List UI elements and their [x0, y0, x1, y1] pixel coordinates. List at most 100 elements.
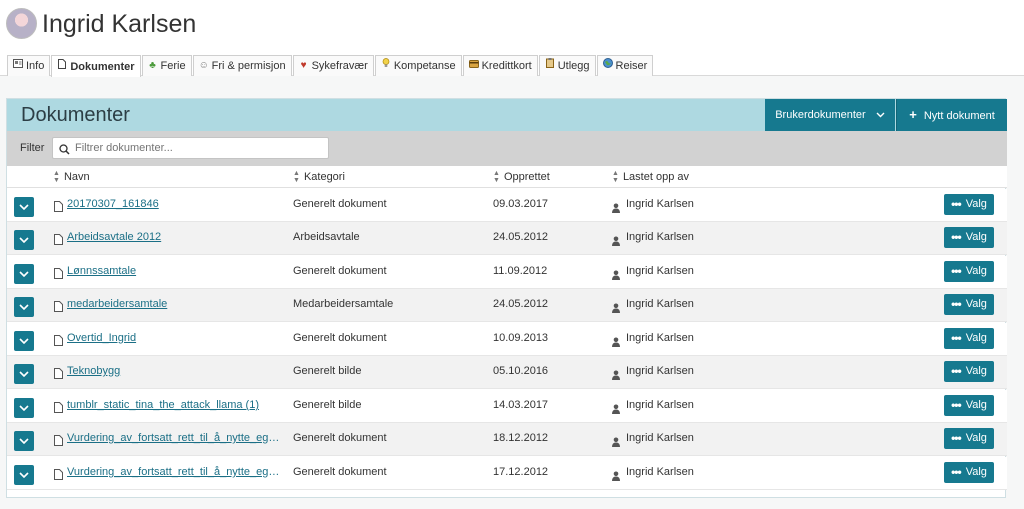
uploaded-by-cell: Ingrid Karlsen [626, 332, 694, 344]
chevron-down-icon [19, 371, 29, 377]
document-link[interactable]: Vurdering_av_fortsatt_rett_til_å_nytte_e… [67, 466, 283, 478]
tab-ferie[interactable]: ♣ Ferie [141, 55, 192, 76]
valg-button[interactable]: ••• Valg [944, 227, 994, 248]
brukerdokumenter-label: Brukerdokumenter [775, 109, 866, 121]
sort-icon: ▲ ▼ [53, 170, 60, 184]
valg-button[interactable]: ••• Valg [944, 294, 994, 315]
column-header-opprettet[interactable]: ▲ ▼ Opprettet [493, 166, 550, 188]
expand-button[interactable] [14, 431, 34, 451]
ellipsis-icon: ••• [951, 264, 962, 278]
user-icon [612, 233, 620, 246]
expand-button[interactable] [14, 264, 34, 284]
valg-button[interactable]: ••• Valg [944, 328, 994, 349]
expand-button[interactable] [14, 465, 34, 485]
document-icon [54, 333, 63, 346]
expand-button[interactable] [14, 230, 34, 250]
ellipsis-icon: ••• [951, 230, 962, 244]
page-title: Ingrid Karlsen [42, 10, 197, 38]
tab-kredittkort[interactable]: Kredittkort [462, 55, 538, 76]
tab-fri-permisjon[interactable]: ☺ Fri & permisjon [192, 55, 292, 76]
category-cell: Medarbeidersamtale [293, 298, 394, 310]
category-cell: Generelt dokument [293, 466, 387, 478]
user-icon [612, 334, 620, 347]
filter-input[interactable] [52, 137, 329, 159]
valg-button[interactable]: ••• Valg [944, 462, 994, 483]
uploaded-by-cell: Ingrid Karlsen [626, 399, 694, 411]
document-icon [54, 400, 63, 413]
ellipsis-icon: ••• [951, 297, 962, 311]
column-header-kategori[interactable]: ▲ ▼ Kategori [293, 166, 345, 188]
column-header-navn[interactable]: ▲ ▼ Navn [53, 166, 90, 188]
tab-bar: Info Dokumenter ♣ Ferie ☺ Fri & permisjo… [7, 55, 654, 77]
category-cell: Generelt dokument [293, 198, 387, 210]
uploaded-by-cell: Ingrid Karlsen [626, 466, 694, 478]
expand-button[interactable] [14, 197, 34, 217]
document-link[interactable]: medarbeidersamtale [67, 298, 283, 310]
chevron-down-icon [19, 304, 29, 310]
created-cell: 17.12.2012 [493, 466, 549, 478]
valg-button[interactable]: ••• Valg [944, 361, 994, 382]
plus-icon: + [909, 107, 917, 122]
valg-label: Valg [965, 399, 987, 411]
tab-reiser[interactable]: Reiser [596, 55, 654, 76]
valg-button[interactable]: ••• Valg [944, 261, 994, 282]
tab-label: Reiser [615, 60, 648, 72]
created-cell: 05.10.2016 [493, 365, 549, 377]
tab-sykefravaer[interactable]: ♥ Sykefravær [292, 55, 374, 76]
created-cell: 24.05.2012 [493, 231, 549, 243]
document-icon [54, 232, 63, 245]
document-link[interactable]: Vurdering_av_fortsatt_rett_til_å_nytte_e… [67, 432, 283, 444]
category-cell: Generelt dokument [293, 332, 387, 344]
document-link[interactable]: Lønnssamtale [67, 265, 283, 277]
expand-button[interactable] [14, 331, 34, 351]
document-icon [54, 199, 63, 212]
user-icon [612, 401, 620, 414]
heart-icon: ♥ [300, 60, 307, 71]
chevron-down-icon [19, 438, 29, 444]
tab-label: Kredittkort [481, 60, 532, 72]
document-link[interactable]: Teknobygg [67, 365, 283, 377]
nytt-dokument-button[interactable]: + Nytt dokument [896, 99, 1007, 131]
expand-button[interactable] [14, 364, 34, 384]
table-row: Vurdering_av_fortsatt_rett_til_å_nytte_e… [7, 457, 1007, 490]
uploaded-by-cell: Ingrid Karlsen [626, 432, 694, 444]
table-row: 20170307_161846 Generelt dokument 09.03.… [7, 189, 1007, 222]
tab-kompetanse[interactable]: Kompetanse [374, 55, 462, 76]
chevron-down-icon [19, 472, 29, 478]
uploaded-by-cell: Ingrid Karlsen [626, 231, 694, 243]
valg-button[interactable]: ••• Valg [944, 428, 994, 449]
valg-label: Valg [965, 432, 987, 444]
panel-title: Dokumenter [21, 104, 130, 126]
chevron-down-icon [19, 237, 29, 243]
tab-info[interactable]: Info [7, 55, 51, 76]
filter-label: Filter [20, 142, 45, 154]
created-cell: 18.12.2012 [493, 432, 549, 444]
document-icon [54, 266, 63, 279]
expand-button[interactable] [14, 297, 34, 317]
brukerdokumenter-button[interactable]: Brukerdokumenter [765, 99, 895, 131]
valg-button[interactable]: ••• Valg [944, 395, 994, 416]
table-row: tumblr_static_tina_the_attack_llama (1) … [7, 390, 1007, 423]
documents-panel: Dokumenter Brukerdokumenter + Nytt dokum… [6, 98, 1007, 498]
table-row: Overtid_Ingrid Generelt dokument 10.09.2… [7, 323, 1007, 356]
expand-button[interactable] [14, 398, 34, 418]
column-header-lastet-opp-av[interactable]: ▲ ▼ Lastet opp av [612, 166, 689, 188]
ellipsis-icon: ••• [951, 431, 962, 445]
valg-button[interactable]: ••• Valg [944, 194, 994, 215]
document-link[interactable]: tumblr_static_tina_the_attack_llama (1) [67, 399, 283, 411]
tab-utlegg[interactable]: Utlegg [538, 55, 596, 76]
document-link[interactable]: Arbeidsavtale 2012 [67, 231, 283, 243]
created-cell: 09.03.2017 [493, 198, 549, 210]
chevron-down-icon [19, 338, 29, 344]
uploaded-by-cell: Ingrid Karlsen [626, 298, 694, 310]
panel-header: Dokumenter Brukerdokumenter + Nytt dokum… [7, 99, 1007, 131]
document-link[interactable]: 20170307_161846 [67, 198, 283, 210]
table-row: Teknobygg Generelt bilde 05.10.2016 Ingr… [7, 356, 1007, 389]
document-link[interactable]: Overtid_Ingrid [67, 332, 283, 344]
user-icon [612, 367, 620, 380]
column-label: Lastet opp av [622, 171, 689, 183]
tab-dokumenter[interactable]: Dokumenter [51, 55, 141, 77]
ellipsis-icon: ••• [951, 398, 962, 412]
valg-label: Valg [965, 332, 987, 344]
user-icon [612, 300, 620, 313]
